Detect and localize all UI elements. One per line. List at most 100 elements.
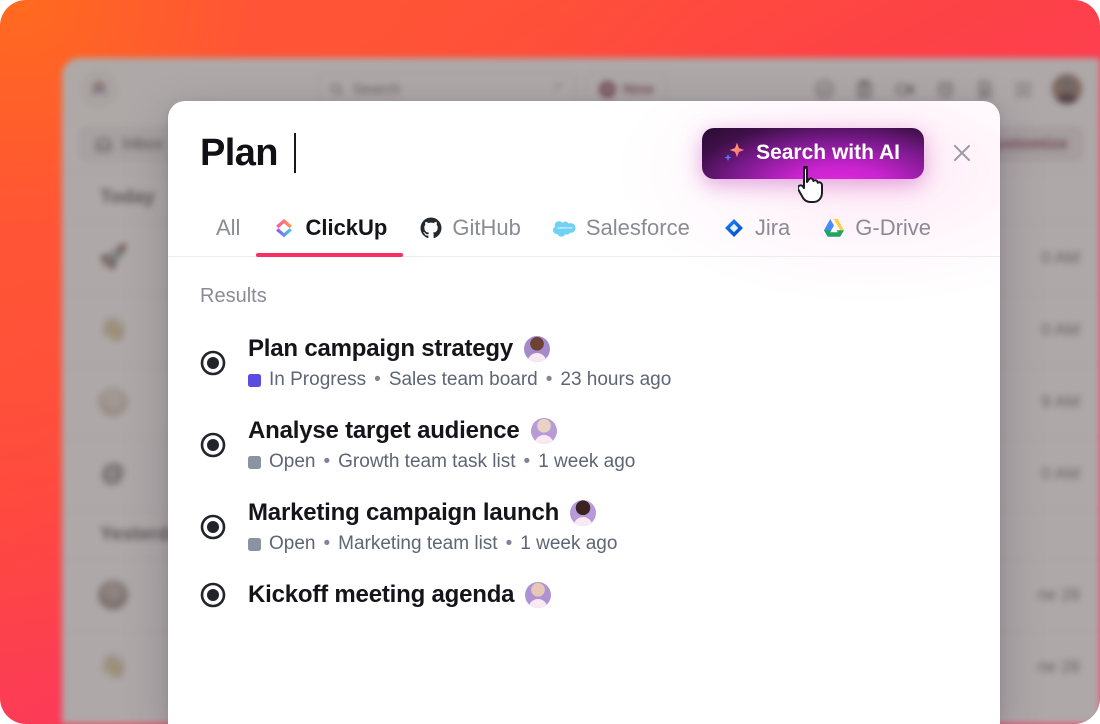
result-status: Open <box>269 533 316 554</box>
sidebar-item-inbox[interactable]: Inbox <box>78 126 180 162</box>
status-badge <box>248 537 261 551</box>
plus-circle-icon <box>599 80 616 98</box>
wave-emoji-icon: 👋 <box>98 316 128 343</box>
task-status-radio-icon[interactable] <box>200 350 226 376</box>
search-query-text: Plan <box>200 131 278 174</box>
result-status: Open <box>269 451 316 472</box>
tab-all[interactable]: All <box>200 205 256 256</box>
check-circle-icon[interactable] <box>814 79 835 100</box>
status-badge <box>248 455 261 469</box>
result-item[interactable]: Kickoff meeting agenda <box>200 568 968 622</box>
result-time: 23 hours ago <box>560 369 672 390</box>
clipboard-icon[interactable] <box>854 79 875 100</box>
ai-button-group: Search with AI <box>702 127 924 203</box>
tab-salesforce[interactable]: salesforce Salesforce <box>537 205 706 256</box>
list-item-time: 0 AM <box>1041 247 1080 267</box>
app-toolbar-icons <box>814 74 1086 104</box>
assignee-avatar[interactable] <box>570 500 597 526</box>
avatar <box>98 386 128 417</box>
separator: • <box>523 451 531 472</box>
app-search-placeholder: Search <box>353 80 401 98</box>
separator: • <box>505 533 513 554</box>
search-with-ai-button[interactable]: Search with AI <box>702 127 924 179</box>
status-badge <box>248 373 261 387</box>
results-list: Results Plan campaign strategy In Progre… <box>168 257 1000 724</box>
close-button[interactable] <box>946 137 978 169</box>
salesforce-icon: salesforce <box>552 216 577 240</box>
user-avatar[interactable] <box>1052 74 1082 104</box>
tab-github[interactable]: GitHub <box>403 205 536 256</box>
result-title-line: Plan campaign strategy <box>248 335 671 363</box>
result-title: Marketing campaign launch <box>248 499 560 526</box>
result-body: Plan campaign strategy In Progress • Sal… <box>248 335 671 391</box>
result-location: Growth team task list <box>338 451 516 472</box>
result-body: Kickoff meeting agenda <box>248 581 552 609</box>
result-body: Analyse target audience Open • Growth te… <box>248 417 635 473</box>
result-item[interactable]: Marketing campaign launch Open • Marketi… <box>200 486 968 568</box>
tab-jira-label: Jira <box>754 215 791 240</box>
task-status-radio-icon[interactable] <box>200 514 226 540</box>
task-status-radio-icon[interactable] <box>200 432 226 458</box>
tab-clickup-label: ClickUp <box>305 215 388 240</box>
avatar <box>98 579 128 610</box>
tab-clickup[interactable]: ClickUp <box>256 205 404 257</box>
result-location: Marketing team list <box>338 533 498 554</box>
tab-github-label: GitHub <box>452 215 521 240</box>
github-icon <box>419 216 443 240</box>
separator: • <box>545 369 553 390</box>
assignee-avatar[interactable] <box>524 336 551 362</box>
result-title: Plan campaign strategy <box>248 335 514 362</box>
result-time: 1 week ago <box>538 451 636 472</box>
result-item[interactable]: Analyse target audience Open • Growth te… <box>200 404 968 486</box>
tab-jira[interactable]: Jira <box>706 205 806 256</box>
screenshot-stage: Search New Inbox Customize Today 🚀 0 AM … <box>0 0 1100 724</box>
clickup-icon <box>272 216 296 240</box>
result-status: In Progress <box>269 369 367 390</box>
wave-emoji-icon: 👋 <box>98 653 128 680</box>
tab-salesforce-label: Salesforce <box>585 215 690 240</box>
list-item-time: ne 28 <box>1037 656 1080 676</box>
separator: • <box>374 369 381 390</box>
result-time: 1 week ago <box>520 533 618 554</box>
clickup-logo-icon[interactable] <box>80 70 118 108</box>
apps-grid-icon[interactable] <box>1014 80 1033 99</box>
result-title-line: Kickoff meeting agenda <box>248 581 552 609</box>
list-item-time: ne 28 <box>1037 584 1080 604</box>
search-with-ai-label: Search with AI <box>756 141 900 164</box>
result-title-line: Analyse target audience <box>248 417 635 445</box>
search-modal: Plan Search with AI All ClickUp GitHub s… <box>168 101 1000 724</box>
document-icon[interactable] <box>975 79 995 100</box>
result-location: Sales team board <box>388 369 538 390</box>
svg-text:salesforce: salesforce <box>557 226 572 230</box>
result-meta: In Progress • Sales team board • 23 hour… <box>248 369 671 391</box>
result-title: Analyse target audience <box>248 417 520 444</box>
tab-g-drive-label: G-Drive <box>855 215 932 240</box>
assignee-avatar[interactable] <box>530 418 557 444</box>
assignee-avatar[interactable] <box>525 582 552 608</box>
list-item-time: 9 AM <box>1041 391 1080 411</box>
sparkle-icon <box>551 80 565 98</box>
tab-g-drive[interactable]: G-Drive <box>806 205 947 256</box>
sparkle-icon <box>722 141 746 165</box>
result-title-line: Marketing campaign launch <box>248 499 617 527</box>
rocket-emoji-icon: 🚀 <box>98 244 128 271</box>
task-status-radio-icon[interactable] <box>200 582 226 608</box>
search-input[interactable]: Plan <box>200 131 297 175</box>
video-camera-icon[interactable] <box>894 79 916 100</box>
list-item-time: 0 AM <box>1041 319 1080 339</box>
result-meta: Open • Growth team task list • 1 week ag… <box>248 451 635 473</box>
result-item[interactable]: Plan campaign strategy In Progress • Sal… <box>200 322 968 404</box>
result-body: Marketing campaign launch Open • Marketi… <box>248 499 617 555</box>
list-item-time: 0 AM <box>1041 463 1080 483</box>
source-tabs: All ClickUp GitHub salesforce Salesforce… <box>168 205 1000 257</box>
tab-all-label: All <box>216 215 241 240</box>
result-title: Kickoff meeting agenda <box>248 581 515 608</box>
separator: • <box>323 451 331 472</box>
modal-header: Plan Search with AI <box>168 101 1000 205</box>
google-drive-icon <box>822 216 846 240</box>
result-meta: Open • Marketing team list • 1 week ago <box>248 533 617 555</box>
alarm-clock-icon[interactable] <box>935 79 956 100</box>
jira-icon <box>722 216 746 240</box>
new-button-label: New <box>623 80 654 98</box>
results-label: Results <box>200 285 267 307</box>
